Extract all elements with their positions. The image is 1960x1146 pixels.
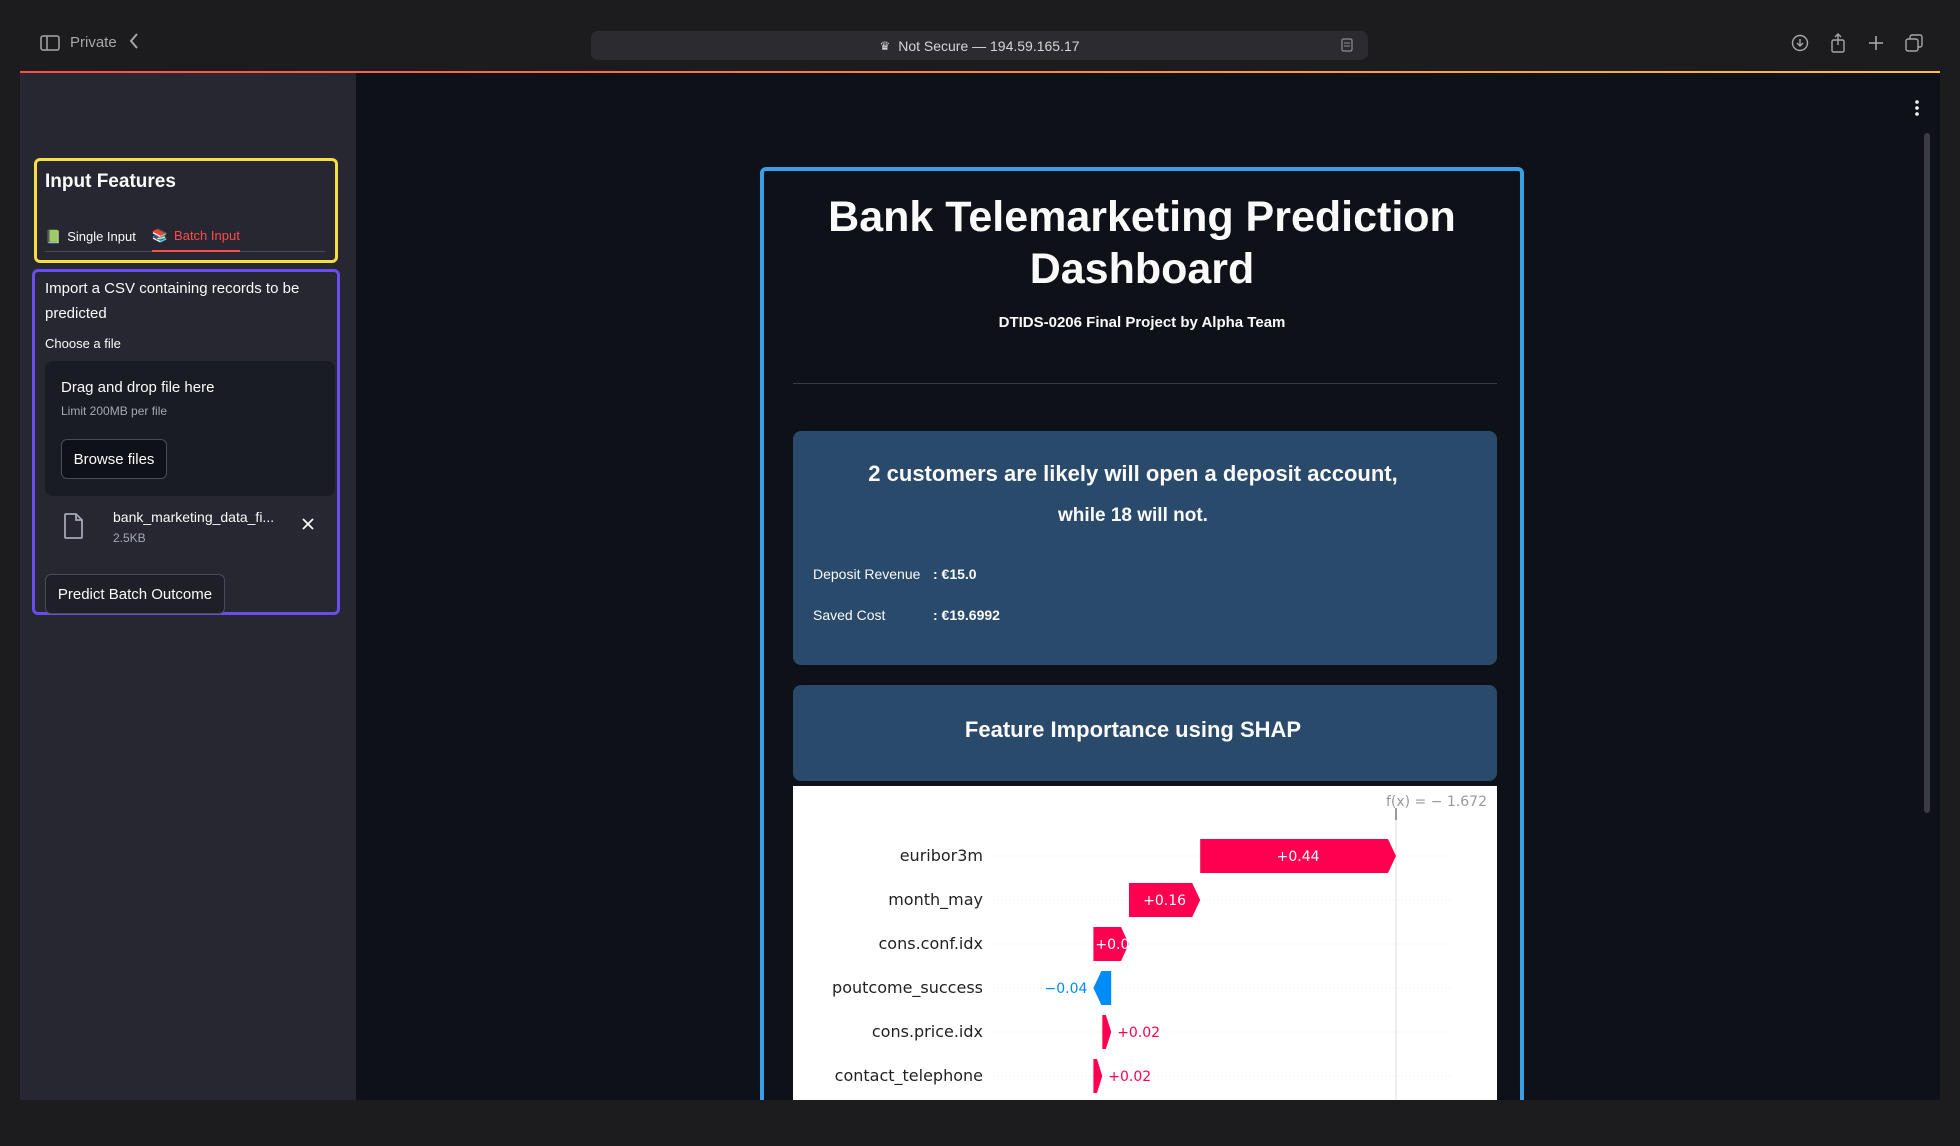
value-label: +0.02 — [1108, 1069, 1151, 1085]
prediction-line-1: 2 customers are likely will open a depos… — [868, 461, 1398, 486]
dropzone-limit: Limit 200MB per file — [61, 404, 168, 418]
share-icon[interactable] — [1828, 33, 1848, 53]
value-label: +0.02 — [1117, 1025, 1160, 1041]
browse-files-button[interactable]: Browse files — [61, 439, 167, 479]
negative-bar — [1093, 971, 1112, 1005]
value-label: +0.08 — [1095, 937, 1138, 953]
more-menu-icon[interactable] — [1914, 99, 1920, 122]
streamlit-app: Input Features 📗 Single Input 📚 Batch In… — [20, 73, 1940, 1100]
batch-input-section: Import a CSV containing records to be pr… — [32, 269, 340, 615]
feature-label: contact_telephone — [835, 1066, 983, 1086]
value-label: +0.16 — [1143, 893, 1186, 909]
new-tab-icon[interactable] — [1866, 33, 1886, 53]
feature-label: poutcome_success — [832, 978, 983, 998]
close-icon[interactable] — [301, 517, 315, 536]
predict-batch-button[interactable]: Predict Batch Outcome — [45, 574, 225, 614]
private-indicator[interactable]: Private — [40, 34, 117, 51]
private-label: Private — [70, 34, 117, 51]
sidebar-heading: Input Features — [45, 171, 176, 192]
prediction-line-2: while 18 will not. — [1058, 505, 1208, 526]
shap-chart-svg: f(x) = − 1.672 euribor3m +0.44 month_may +0.… — [832, 794, 1487, 1100]
file-size: 2.5KB — [113, 531, 146, 545]
import-instructions: Import a CSV containing records to be pr… — [45, 280, 300, 322]
reader-icon[interactable] — [1340, 38, 1354, 55]
books-icon: 📚 — [151, 227, 169, 243]
url-text: Not Secure — 194.59.165.17 — [898, 37, 1080, 54]
value-label: +0.44 — [1277, 849, 1320, 865]
feature-label: month_may — [888, 890, 983, 910]
not-secure-icon: ♛ — [879, 38, 891, 53]
green-book-icon: 📗 — [45, 228, 62, 244]
tab-label: Batch Input — [174, 228, 240, 243]
feature-label: cons.conf.idx — [879, 934, 984, 953]
prediction-summary: 2 customers are likely will open a depos… — [793, 431, 1497, 665]
tab-batch-input[interactable]: 📚 Batch Input — [151, 221, 240, 252]
positive-bar — [1093, 1059, 1103, 1093]
feature-label: cons.price.idx — [872, 1022, 983, 1041]
shap-waterfall-chart: f(x) = − 1.672 euribor3m +0.44 month_may +0.… — [793, 786, 1497, 1100]
value-label: −0.04 — [1044, 981, 1087, 997]
back-icon[interactable] — [128, 32, 140, 55]
metric-deposit-revenue: Deposit Revenue : €15.0 — [813, 566, 977, 582]
page-title: Bank Telemarketing Prediction Dashboard — [828, 193, 1456, 293]
positive-bar — [1102, 1015, 1112, 1049]
metric-label: Saved Cost — [813, 607, 886, 623]
metric-label: Deposit Revenue — [813, 566, 921, 582]
input-tabs: 📗 Single Input 📚 Batch Input — [45, 221, 325, 252]
download-icon[interactable] — [1790, 33, 1810, 53]
input-features-section: Input Features 📗 Single Input 📚 Batch In… — [34, 158, 338, 263]
dropzone-title: Drag and drop file here — [61, 379, 215, 396]
shap-heading: Feature Importance using SHAP — [964, 717, 1302, 742]
sidebar-toggle-icon — [40, 34, 60, 51]
address-bar[interactable]: ♛ Not Secure — 194.59.165.17 — [591, 31, 1368, 60]
shap-heading-box: Feature Importance using SHAP — [793, 685, 1497, 781]
main-scrollbar[interactable] — [1924, 133, 1930, 813]
tab-label: Single Input — [67, 229, 136, 244]
dashboard-card: Bank Telemarketing Prediction Dashboard … — [760, 167, 1524, 1100]
file-name: bank_marketing_data_fi... — [113, 509, 275, 525]
metric-value: : €15.0 — [933, 566, 977, 582]
uploaded-file: bank_marketing_data_fi... 2.5KB — [45, 505, 335, 555]
sidebar: Input Features 📗 Single Input 📚 Batch In… — [20, 73, 356, 1100]
tab-single-input[interactable]: 📗 Single Input — [45, 221, 136, 252]
feature-label: euribor3m — [900, 846, 983, 865]
file-icon — [63, 513, 85, 544]
file-uploader-label: Choose a file — [45, 336, 121, 351]
fx-label: f(x) = − 1.672 — [1386, 794, 1487, 810]
browser-toolbar: Private ♛ Not Secure — 194.59.165.17 — [0, 0, 1960, 72]
page-subtitle: DTIDS-0206 Final Project by Alpha Team — [998, 314, 1286, 331]
metric-saved-cost: Saved Cost : €19.6992 — [813, 607, 1000, 623]
tabs-overview-icon[interactable] — [1904, 33, 1924, 53]
metric-value: : €19.6992 — [933, 607, 1000, 623]
divider — [793, 383, 1497, 384]
file-dropzone[interactable]: Drag and drop file here Limit 200MB per … — [45, 361, 335, 496]
